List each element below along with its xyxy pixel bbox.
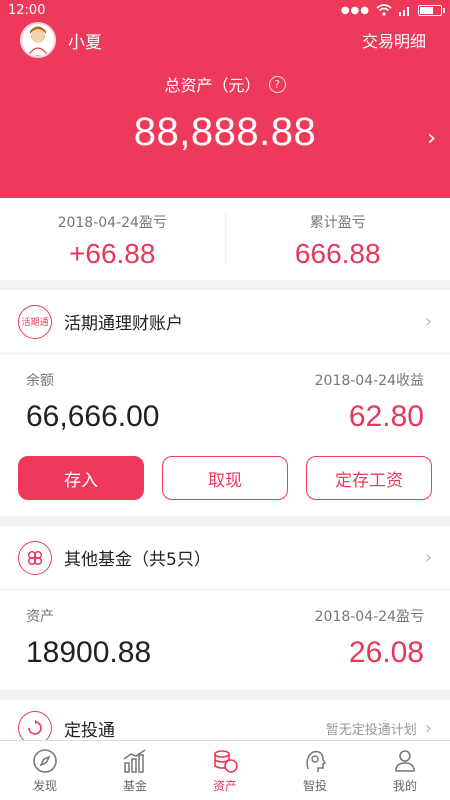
daily-pl-value: +66.88 bbox=[69, 238, 156, 269]
chevron-right-icon[interactable]: › bbox=[425, 718, 432, 739]
other-funds-header[interactable]: 其他基金（共5只） › bbox=[0, 526, 450, 590]
income-label: 2018-04-24收益 bbox=[314, 373, 424, 389]
withdraw-button[interactable]: 取现 bbox=[162, 456, 288, 500]
battery-icon bbox=[418, 4, 445, 16]
tab-label: 资产 bbox=[212, 779, 237, 793]
total-assets-label: 总资产（元） bbox=[164, 76, 261, 95]
total-assets-value[interactable]: 88,888.88 bbox=[0, 110, 450, 155]
tab-funds[interactable]: 基金 bbox=[90, 741, 180, 800]
bottom-tab-bar: 发现 基金 资产 智投 我的 bbox=[0, 740, 450, 800]
coins-icon bbox=[214, 750, 238, 773]
tab-mine[interactable]: 我的 bbox=[360, 741, 450, 800]
funds-pl-label: 2018-04-24盈亏 bbox=[314, 609, 424, 625]
balance-label: 余额 bbox=[26, 373, 54, 389]
daily-pl-label: 2018-04-24盈亏 bbox=[57, 215, 167, 231]
balance-value: 66,666.00 bbox=[26, 400, 160, 433]
wifi-icon bbox=[376, 4, 392, 16]
compass-icon bbox=[33, 749, 57, 773]
tab-assets[interactable]: 资产 bbox=[180, 741, 270, 800]
avatar[interactable] bbox=[20, 22, 56, 58]
tab-smart-invest[interactable]: 智投 bbox=[270, 741, 360, 800]
current-account-header[interactable]: 活期通 活期通理财账户 › bbox=[0, 290, 450, 354]
chart-icon bbox=[123, 749, 146, 773]
tab-label: 智投 bbox=[302, 779, 327, 793]
huoqitong-logo-icon: 活期通 bbox=[18, 304, 52, 339]
chevron-right-icon[interactable]: › bbox=[427, 126, 436, 151]
cell-signal-icon bbox=[399, 7, 409, 16]
cumulative-pl-value: 666.88 bbox=[294, 238, 381, 269]
tab-label: 发现 bbox=[32, 779, 57, 793]
help-icon[interactable]: ? bbox=[268, 75, 286, 93]
other-funds-title: 其他基金（共5只） bbox=[64, 550, 211, 570]
current-account-title: 活期通理财账户 bbox=[64, 314, 183, 334]
status-time: 12:00 bbox=[8, 2, 46, 18]
status-bar: 12:00 ●●● bbox=[0, 0, 450, 20]
tab-discover[interactable]: 发现 bbox=[0, 741, 90, 800]
tab-label: 我的 bbox=[392, 779, 417, 793]
auto-invest-title: 定投通 bbox=[64, 720, 115, 741]
chevron-right-icon[interactable]: › bbox=[425, 311, 432, 332]
profit-loss-summary: 2018-04-24盈亏 +66.88 累计盈亏 666.88 bbox=[0, 198, 450, 280]
funds-pl-value: 26.08 bbox=[348, 636, 424, 669]
auto-invest-note: 暂无定投通计划 bbox=[325, 722, 417, 738]
current-account-card: 活期通 活期通理财账户 › 余额 2018-04-24收益 66,666.00 … bbox=[0, 290, 450, 516]
asset-header: 12:00 ●●● 小夏 交易明细 总资产（元） ? 88,888.88 › bbox=[0, 0, 450, 198]
other-funds-card: 其他基金（共5只） › 资产 2018-04-24盈亏 18900.88 26.… bbox=[0, 526, 450, 690]
asset-label: 资产 bbox=[26, 609, 54, 625]
signal-dots-icon: ●●● bbox=[340, 4, 370, 16]
funds-asset-value: 18900.88 bbox=[26, 636, 152, 669]
deposit-button[interactable]: 存入 bbox=[18, 456, 144, 500]
cumulative-pl-label: 累计盈亏 bbox=[309, 215, 366, 231]
salary-deposit-button[interactable]: 定存工资 bbox=[306, 456, 432, 500]
robot-head-icon bbox=[306, 750, 327, 772]
transaction-details-link[interactable]: 交易明细 bbox=[362, 28, 426, 52]
tab-label: 基金 bbox=[122, 779, 147, 793]
username: 小夏 bbox=[68, 32, 102, 53]
income-value: 62.80 bbox=[348, 400, 424, 433]
chevron-right-icon[interactable]: › bbox=[425, 547, 432, 568]
clover-icon bbox=[18, 540, 52, 575]
person-icon bbox=[395, 750, 415, 772]
